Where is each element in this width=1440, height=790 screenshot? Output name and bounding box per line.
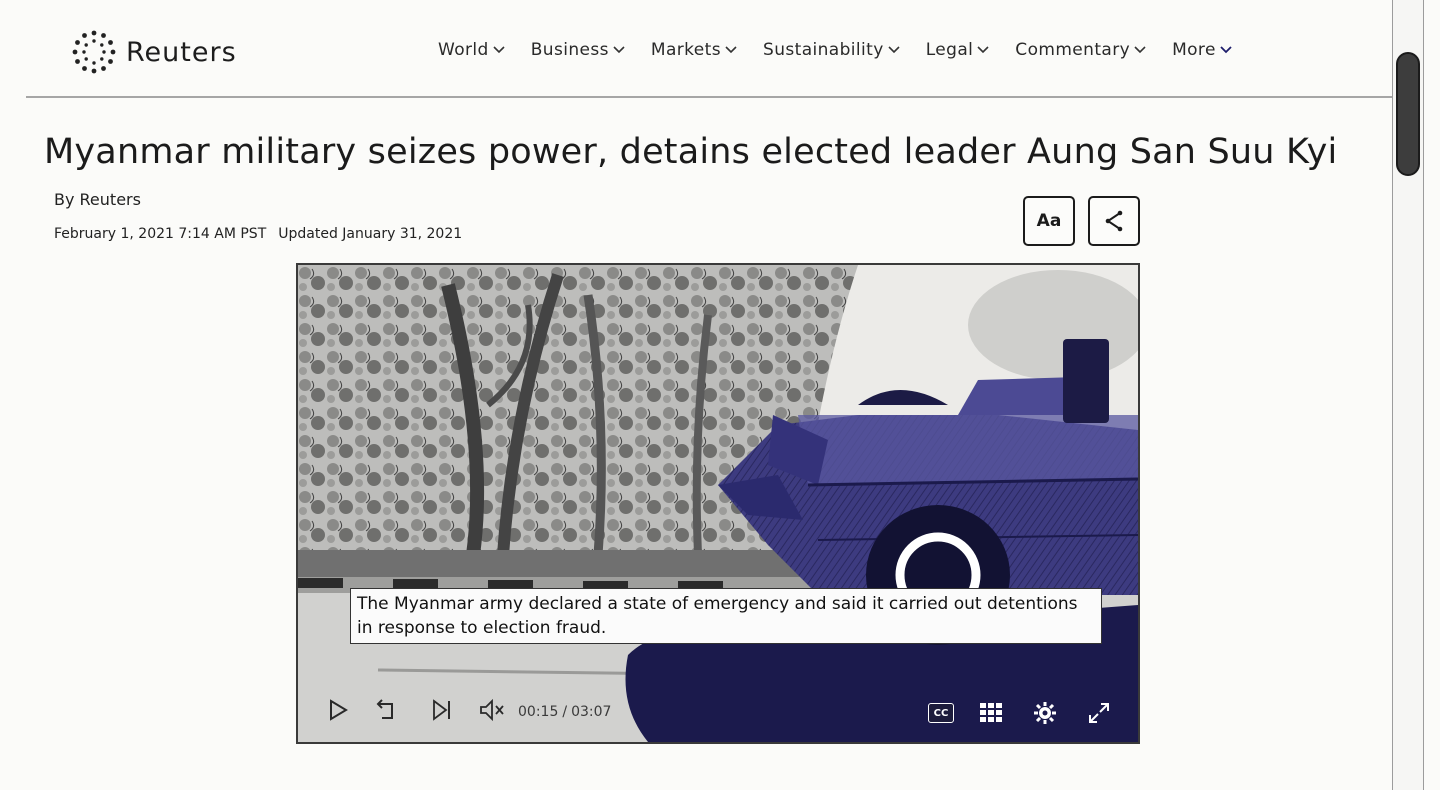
skip-next-icon [433, 699, 450, 721]
reuters-logo[interactable]: Reuters [70, 28, 237, 76]
reuters-dot-ring-icon [72, 30, 116, 74]
text-size-label: Aa [1036, 211, 1062, 231]
chevron-down-icon [725, 46, 737, 54]
grid-icon [980, 703, 1002, 722]
nav-item-commentary[interactable]: Commentary [1015, 40, 1146, 60]
nav-item-label: Commentary [1015, 40, 1131, 60]
mute-button[interactable] [478, 698, 508, 726]
cc-icon: CC [928, 703, 954, 723]
published-date: February 1, 2021 7:14 AM PST [54, 226, 267, 242]
text-size-button[interactable]: Aa [1023, 196, 1075, 246]
settings-button[interactable] [1028, 696, 1062, 730]
settings-icon [1034, 702, 1056, 724]
article-headline: Myanmar military seizes power, detains e… [44, 132, 1338, 172]
mute-icon [480, 698, 504, 722]
nav-item-world[interactable]: World [438, 40, 505, 60]
current-time: 00:15 [518, 704, 559, 720]
chevron-down-icon [493, 46, 505, 54]
chevron-down-icon [1134, 46, 1146, 54]
scrollbar-thumb[interactable] [1396, 52, 1420, 176]
main-nav: World Business Markets Sustainability Le… [438, 40, 1232, 60]
brand-name: Reuters [126, 36, 237, 68]
fullscreen-icon [1089, 703, 1109, 723]
nav-item-business[interactable]: Business [531, 40, 625, 60]
video-caption: The Myanmar army declared a state of eme… [350, 588, 1102, 645]
share-button[interactable] [1088, 196, 1140, 246]
page: Reuters World Business Markets Sustainab… [0, 0, 1440, 790]
article-byline[interactable]: By Reuters [54, 190, 141, 209]
nav-item-label: World [438, 40, 489, 60]
chevron-down-icon [613, 46, 625, 54]
nav-item-label: Business [530, 40, 609, 60]
play-icon [330, 699, 348, 721]
nav-item-more[interactable]: More [1172, 40, 1232, 60]
nav-item-label: Markets [650, 40, 721, 60]
share-icon [1105, 210, 1123, 232]
nav-item-label: Sustainability [763, 40, 884, 60]
chevron-down-icon [888, 46, 900, 54]
video-player[interactable] [296, 263, 1140, 744]
replay-button[interactable] [374, 698, 400, 726]
nav-item-label: More [1172, 40, 1216, 60]
nav-item-label: Legal [925, 40, 974, 60]
nav-item-sustainability[interactable]: Sustainability [763, 40, 900, 60]
article-dateline: February 1, 2021 7:14 AM PST Updated Jan… [54, 226, 462, 242]
playback-time: 00:15/03:07 [518, 704, 612, 720]
duration: 03:07 [571, 704, 612, 720]
site-header: Reuters World Business Markets Sustainab… [0, 0, 1392, 98]
video-frame-armored-vehicle [298, 265, 1138, 742]
captions-button[interactable]: CC [924, 696, 958, 730]
chevron-down-icon [977, 46, 989, 54]
replay-icon [376, 699, 393, 719]
nav-item-legal[interactable]: Legal [926, 40, 990, 60]
header-divider [26, 96, 1392, 98]
nav-item-markets[interactable]: Markets [651, 40, 737, 60]
updated-date: Updated January 31, 2021 [278, 226, 463, 242]
skip-next-button[interactable] [430, 698, 454, 726]
video-controls: 00:15/03:07 CC [296, 690, 1140, 740]
play-button[interactable] [326, 698, 350, 726]
chevron-down-icon [1220, 46, 1232, 54]
fullscreen-button[interactable] [1082, 696, 1116, 730]
chapters-button[interactable] [974, 696, 1008, 730]
